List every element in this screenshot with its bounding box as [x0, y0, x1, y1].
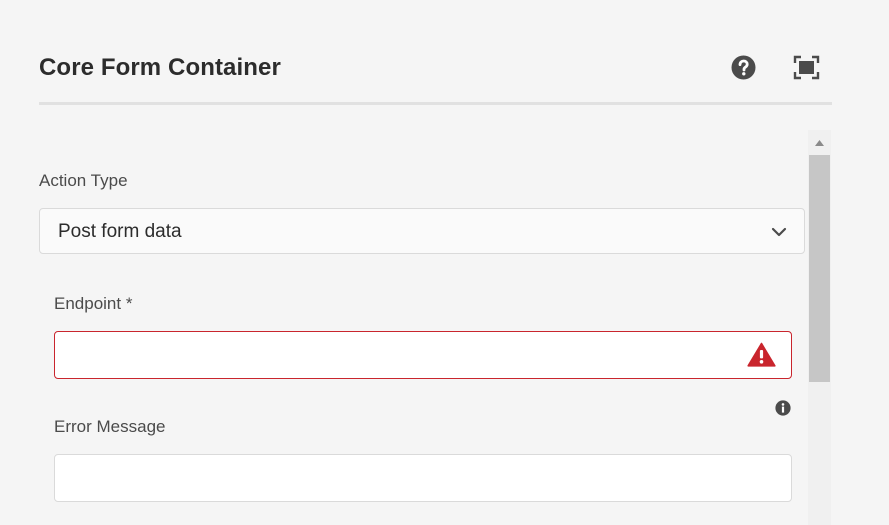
header-divider [39, 102, 832, 105]
alert-triangle-icon [747, 342, 776, 367]
scrollbar-thumb[interactable] [809, 155, 830, 382]
help-question-icon [731, 55, 756, 80]
endpoint-input[interactable] [54, 331, 792, 379]
chevron-down-icon [771, 227, 787, 237]
scrollbar[interactable] [808, 130, 831, 525]
action-type-label: Action Type [39, 171, 128, 190]
error-message-label: Error Message [54, 417, 166, 436]
scroll-up-button[interactable] [808, 130, 831, 154]
scroll-up-arrow-icon [815, 140, 824, 146]
info-icon[interactable] [775, 400, 791, 416]
fullscreen-button[interactable] [793, 55, 820, 80]
dialog: Core Form Container Action Type Post for… [0, 0, 889, 525]
dialog-content: Action Type Post form data Endpoint * Er… [0, 130, 808, 525]
action-type-select[interactable]: Post form data [39, 208, 805, 254]
error-message-input[interactable] [54, 454, 792, 502]
endpoint-label: Endpoint * [54, 294, 133, 313]
fullscreen-icon [793, 55, 820, 80]
dialog-title: Core Form Container [39, 54, 281, 81]
help-button[interactable] [731, 55, 756, 80]
action-type-selected-value: Post form data [58, 221, 182, 242]
